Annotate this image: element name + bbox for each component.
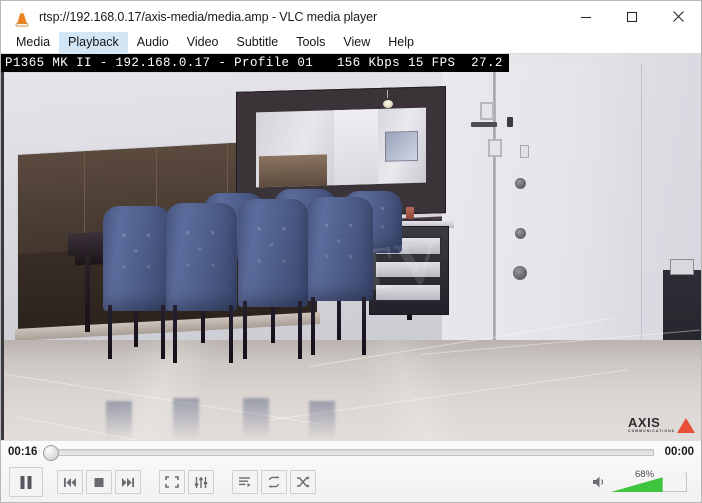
chair-leg	[362, 297, 367, 356]
sideboard-drawer	[374, 260, 442, 279]
volume-percent-label: 68%	[635, 469, 655, 480]
door-handle-base	[507, 116, 514, 127]
loop-icon	[268, 476, 280, 488]
volume-control[interactable]: 68%	[592, 469, 687, 492]
elapsed-time-label[interactable]: 00:16	[8, 446, 42, 458]
menu-item-video[interactable]: Video	[178, 32, 228, 54]
next-button[interactable]	[115, 470, 141, 494]
dark-panel-top	[670, 259, 694, 275]
entry-door	[494, 63, 642, 342]
vlc-media-player-window: rtsp://192.168.0.17/axis-media/media.amp…	[0, 0, 702, 503]
previous-button[interactable]	[57, 470, 83, 494]
mirror-reflection-picture	[384, 130, 418, 162]
door-lock-middle	[514, 227, 526, 239]
dining-chair	[102, 206, 172, 311]
pause-icon	[20, 475, 32, 489]
transport-group	[57, 470, 141, 494]
sideboard-drawer	[374, 283, 442, 302]
axis-logo-subtitle: COMMUNICATIONS	[628, 429, 675, 433]
video-left-border	[1, 54, 4, 440]
extended-settings-button[interactable]	[188, 470, 214, 494]
door-handle	[471, 121, 498, 127]
axis-logo: AXIS COMMUNICATIONS	[628, 415, 695, 434]
menu-item-tools[interactable]: Tools	[287, 32, 334, 54]
mirror-reflection-door	[333, 108, 378, 186]
wall-frame-lower	[487, 138, 502, 157]
next-icon	[122, 477, 134, 487]
seek-handle[interactable]	[43, 444, 59, 461]
sideboard-object	[405, 206, 414, 219]
menu-item-media[interactable]: Media	[7, 32, 59, 54]
chair-leg	[311, 297, 316, 356]
button-row: 68%	[1, 463, 701, 501]
equalizer-icon	[194, 476, 208, 488]
vlc-cone-icon	[9, 5, 35, 29]
window-title: rtsp://192.168.0.17/axis-media/media.amp…	[39, 9, 378, 24]
table-leg	[85, 254, 90, 332]
title-bar: rtsp://192.168.0.17/axis-media/media.amp…	[1, 1, 701, 32]
speaker-icon	[593, 476, 604, 488]
video-surface[interactable]: CCTV AXIS COMMUNICATIONS P1365 MK II - 1…	[1, 54, 701, 440]
chair-leg	[172, 304, 177, 363]
chair-leg	[243, 301, 248, 359]
stop-button[interactable]	[86, 470, 112, 494]
playlist-button[interactable]	[232, 470, 258, 494]
playlist-icon	[239, 477, 251, 487]
ceiling-lamp	[382, 99, 393, 108]
camera-osd-overlay: P1365 MK II - 192.168.0.17 - Profile 01 …	[1, 54, 509, 72]
chair-reflection	[309, 401, 335, 440]
camera-stream-image: CCTV AXIS COMMUNICATIONS	[1, 54, 701, 440]
stop-icon	[94, 477, 104, 487]
axis-logo-triangle-icon	[677, 418, 695, 433]
total-time-label[interactable]: 00:00	[660, 446, 694, 458]
seek-slider[interactable]	[43, 444, 654, 461]
playlist-group	[232, 470, 316, 494]
fullscreen-button[interactable]	[159, 470, 185, 494]
maximize-button[interactable]	[609, 1, 655, 32]
door-lock-plate	[520, 144, 530, 158]
menu-item-help[interactable]: Help	[379, 32, 423, 54]
menu-bar: Media Playback Audio Video Subtitle Tool…	[1, 31, 701, 54]
chair-leg	[297, 301, 302, 359]
chair-reflection	[242, 397, 269, 440]
lamp-stem	[387, 89, 389, 98]
close-button[interactable]	[655, 1, 701, 32]
player-controls: 00:16 00:00 68%	[1, 440, 701, 502]
seek-row: 00:16 00:00	[1, 441, 701, 463]
volume-slider[interactable]: 68%	[611, 469, 687, 492]
loop-button[interactable]	[261, 470, 287, 494]
fullscreen-icon	[165, 476, 179, 488]
chair-leg	[160, 304, 165, 359]
chair-leg	[228, 304, 233, 363]
shuffle-button[interactable]	[290, 470, 316, 494]
play-pause-button[interactable]	[9, 467, 43, 497]
mirror-glass	[255, 107, 426, 188]
chair-reflection	[172, 397, 199, 440]
dining-chair	[165, 202, 237, 311]
menu-item-audio[interactable]: Audio	[128, 32, 178, 54]
dining-chair	[305, 196, 373, 302]
view-group	[159, 470, 214, 494]
previous-icon	[64, 477, 76, 487]
menu-item-view[interactable]: View	[334, 32, 379, 54]
wall-frame-upper	[479, 102, 494, 121]
mirror-reflection-furniture	[258, 153, 327, 188]
menu-item-subtitle[interactable]: Subtitle	[228, 32, 288, 54]
chair-reflection	[106, 401, 132, 440]
chair-leg	[108, 304, 113, 359]
door-lock-upper	[514, 177, 526, 189]
axis-logo-wordmark: AXIS	[628, 415, 661, 430]
dining-chair	[237, 198, 308, 307]
minimize-button[interactable]	[563, 1, 609, 32]
menu-item-playback[interactable]: Playback	[59, 31, 128, 54]
shuffle-icon	[297, 476, 310, 488]
